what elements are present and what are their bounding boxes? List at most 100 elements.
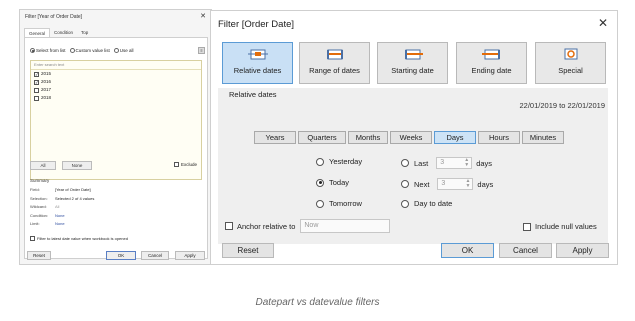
special-icon <box>564 48 577 60</box>
tab-top[interactable]: Top <box>77 28 92 37</box>
checkbox-2017[interactable] <box>34 87 39 93</box>
date-range-readout: 22/01/2019 to 22/01/2019 <box>519 101 606 110</box>
unit-minutes[interactable]: Minutes <box>522 131 564 144</box>
tab-general[interactable]: General <box>24 28 51 37</box>
radio-today[interactable] <box>316 178 324 187</box>
range-of-dates-label: Range of dates <box>309 66 360 75</box>
unit-weeks[interactable]: Weeks <box>390 131 432 144</box>
radio-last[interactable] <box>401 159 409 167</box>
left-close-icon[interactable]: ✕ <box>200 12 206 20</box>
close-icon[interactable]: ✕ <box>598 16 608 30</box>
include-null-checkbox[interactable] <box>523 222 531 231</box>
figure-caption: Datepart vs datevalue filters <box>255 297 380 308</box>
left-tabs: General Condition Top <box>24 28 92 37</box>
option-yesterday-label: Yesterday <box>329 157 363 166</box>
ending-date-label: Ending date <box>471 66 512 75</box>
reset-button[interactable]: Reset <box>222 243 274 258</box>
cancel-button[interactable]: Cancel <box>499 243 552 258</box>
option-tomorrow-label: Tomorrow <box>329 199 362 208</box>
left-reset-button[interactable]: Reset <box>27 251 51 260</box>
list-options-button[interactable]: ≡ <box>198 47 205 54</box>
summary-value: [Year of Order Date] <box>55 187 91 192</box>
ending-date-button[interactable]: Ending date <box>456 42 527 84</box>
unit-months[interactable]: Months <box>348 131 388 144</box>
option-tomorrow[interactable]: Tomorrow <box>316 199 362 208</box>
tab-condition[interactable]: Condition <box>50 28 77 37</box>
list-item[interactable]: ✓ 2016 <box>31 78 201 86</box>
radio-tomorrow[interactable] <box>316 199 324 208</box>
list-item-label: 2018 <box>41 95 52 100</box>
checkbox-2015[interactable]: ✓ <box>34 71 39 77</box>
radio-next[interactable] <box>401 180 409 188</box>
relative-dates-button[interactable]: Relative dates <box>222 42 293 84</box>
unit-hours[interactable]: Hours <box>478 131 520 144</box>
left-cancel-button[interactable]: Cancel <box>141 251 169 260</box>
anchor-date-input[interactable]: Now <box>300 219 391 233</box>
all-button[interactable]: All <box>30 161 56 170</box>
unit-quarters[interactable]: Quarters <box>298 131 346 144</box>
filter-latest-option[interactable]: Filter to latest date value when workboo… <box>30 236 128 241</box>
option-day-to-date[interactable]: Day to date <box>401 199 452 208</box>
filter-latest-checkbox[interactable] <box>30 236 35 241</box>
summary-row: Wildcard: All <box>30 203 94 212</box>
summary-value: None <box>55 221 65 226</box>
unit-years[interactable]: Years <box>254 131 296 144</box>
option-next-label: Next <box>414 179 430 189</box>
starting-date-label: Starting date <box>391 66 434 75</box>
left-filter-dialog: Filter [Year of Order Date] ✕ General Co… <box>19 9 212 265</box>
radio-day-to-date[interactable] <box>401 199 409 208</box>
exclude-option[interactable]: Exclude <box>174 162 197 167</box>
list-item[interactable]: ✓ 2015 <box>31 70 201 78</box>
option-last-label: Last <box>414 158 429 168</box>
summary-row: Limit: None <box>30 220 94 229</box>
include-null-option[interactable]: Include null values <box>523 222 597 231</box>
radio-use-all[interactable]: Use all <box>113 48 134 53</box>
ok-button[interactable]: OK <box>441 243 494 258</box>
next-count-value: 3 <box>441 180 446 187</box>
summary-key: Condition: <box>30 212 49 218</box>
last-count-stepper[interactable]: 3 ▲ ▼ <box>436 157 473 169</box>
option-last[interactable]: Last 3 ▲ ▼ days <box>401 157 492 169</box>
summary-key: Wildcard: <box>30 204 47 209</box>
summary-heading: Summary <box>30 178 50 183</box>
filter-latest-label: Filter to latest date value when workboo… <box>37 236 128 241</box>
summary-key: Selection: <box>30 195 48 201</box>
stepper-arrows-icon[interactable]: ▲ ▼ <box>465 179 470 189</box>
option-next[interactable]: Next 3 ▲ ▼ days <box>401 178 493 190</box>
summary-value: Selected 2 of 4 values <box>55 195 95 201</box>
left-apply-button[interactable]: Apply <box>175 251 205 260</box>
include-null-label: Include null values <box>535 222 597 231</box>
radio-yesterday[interactable] <box>316 157 324 166</box>
summary-table: Field: [Year of Order Date] Selection: Sel… <box>30 186 94 229</box>
anchor-checkbox[interactable] <box>225 222 233 230</box>
summary-value: All <box>55 204 60 209</box>
summary-row: Field: [Year of Order Date] <box>30 186 94 195</box>
summary-row: Selection: Selected 2 of 4 values <box>30 195 94 204</box>
stepper-arrows-icon[interactable]: ▲ ▼ <box>464 158 469 168</box>
list-item[interactable]: 2017 <box>31 86 201 94</box>
next-count-stepper[interactable]: 3 ▲ ▼ <box>437 178 474 190</box>
option-yesterday[interactable]: Yesterday <box>316 157 362 166</box>
left-radio-group: Select from list Custom value list Use a… <box>30 48 134 53</box>
option-day-to-date-label: Day to date <box>414 199 453 208</box>
unit-days[interactable]: Days <box>434 131 476 144</box>
range-of-dates-button[interactable]: Range of dates <box>299 42 370 84</box>
list-item-label: 2017 <box>41 87 52 92</box>
none-button[interactable]: None <box>62 161 92 170</box>
left-ok-button[interactable]: OK <box>106 251 136 260</box>
list-item[interactable]: 2018 <box>31 94 201 102</box>
radio-custom-value-list[interactable]: Custom value list <box>69 48 110 53</box>
anchor-label: Anchor relative to <box>237 221 296 231</box>
anchor-relative-option[interactable]: Anchor relative to Now <box>225 219 391 233</box>
apply-button[interactable]: Apply <box>556 243 609 258</box>
radio-select-from-list[interactable]: Select from list <box>30 48 66 53</box>
exclude-checkbox[interactable] <box>174 162 179 167</box>
search-input[interactable]: Enter search text <box>31 61 201 70</box>
checkbox-2016[interactable]: ✓ <box>34 79 39 85</box>
unit-selector: Years Quarters Months Weeks Days Hours M… <box>254 131 564 144</box>
special-button[interactable]: Special <box>535 42 606 84</box>
checkbox-2018[interactable] <box>34 95 39 101</box>
option-today[interactable]: Today <box>316 178 349 187</box>
starting-date-button[interactable]: Starting date <box>377 42 448 84</box>
right-dialog-title: Filter [Order Date] <box>218 19 295 30</box>
